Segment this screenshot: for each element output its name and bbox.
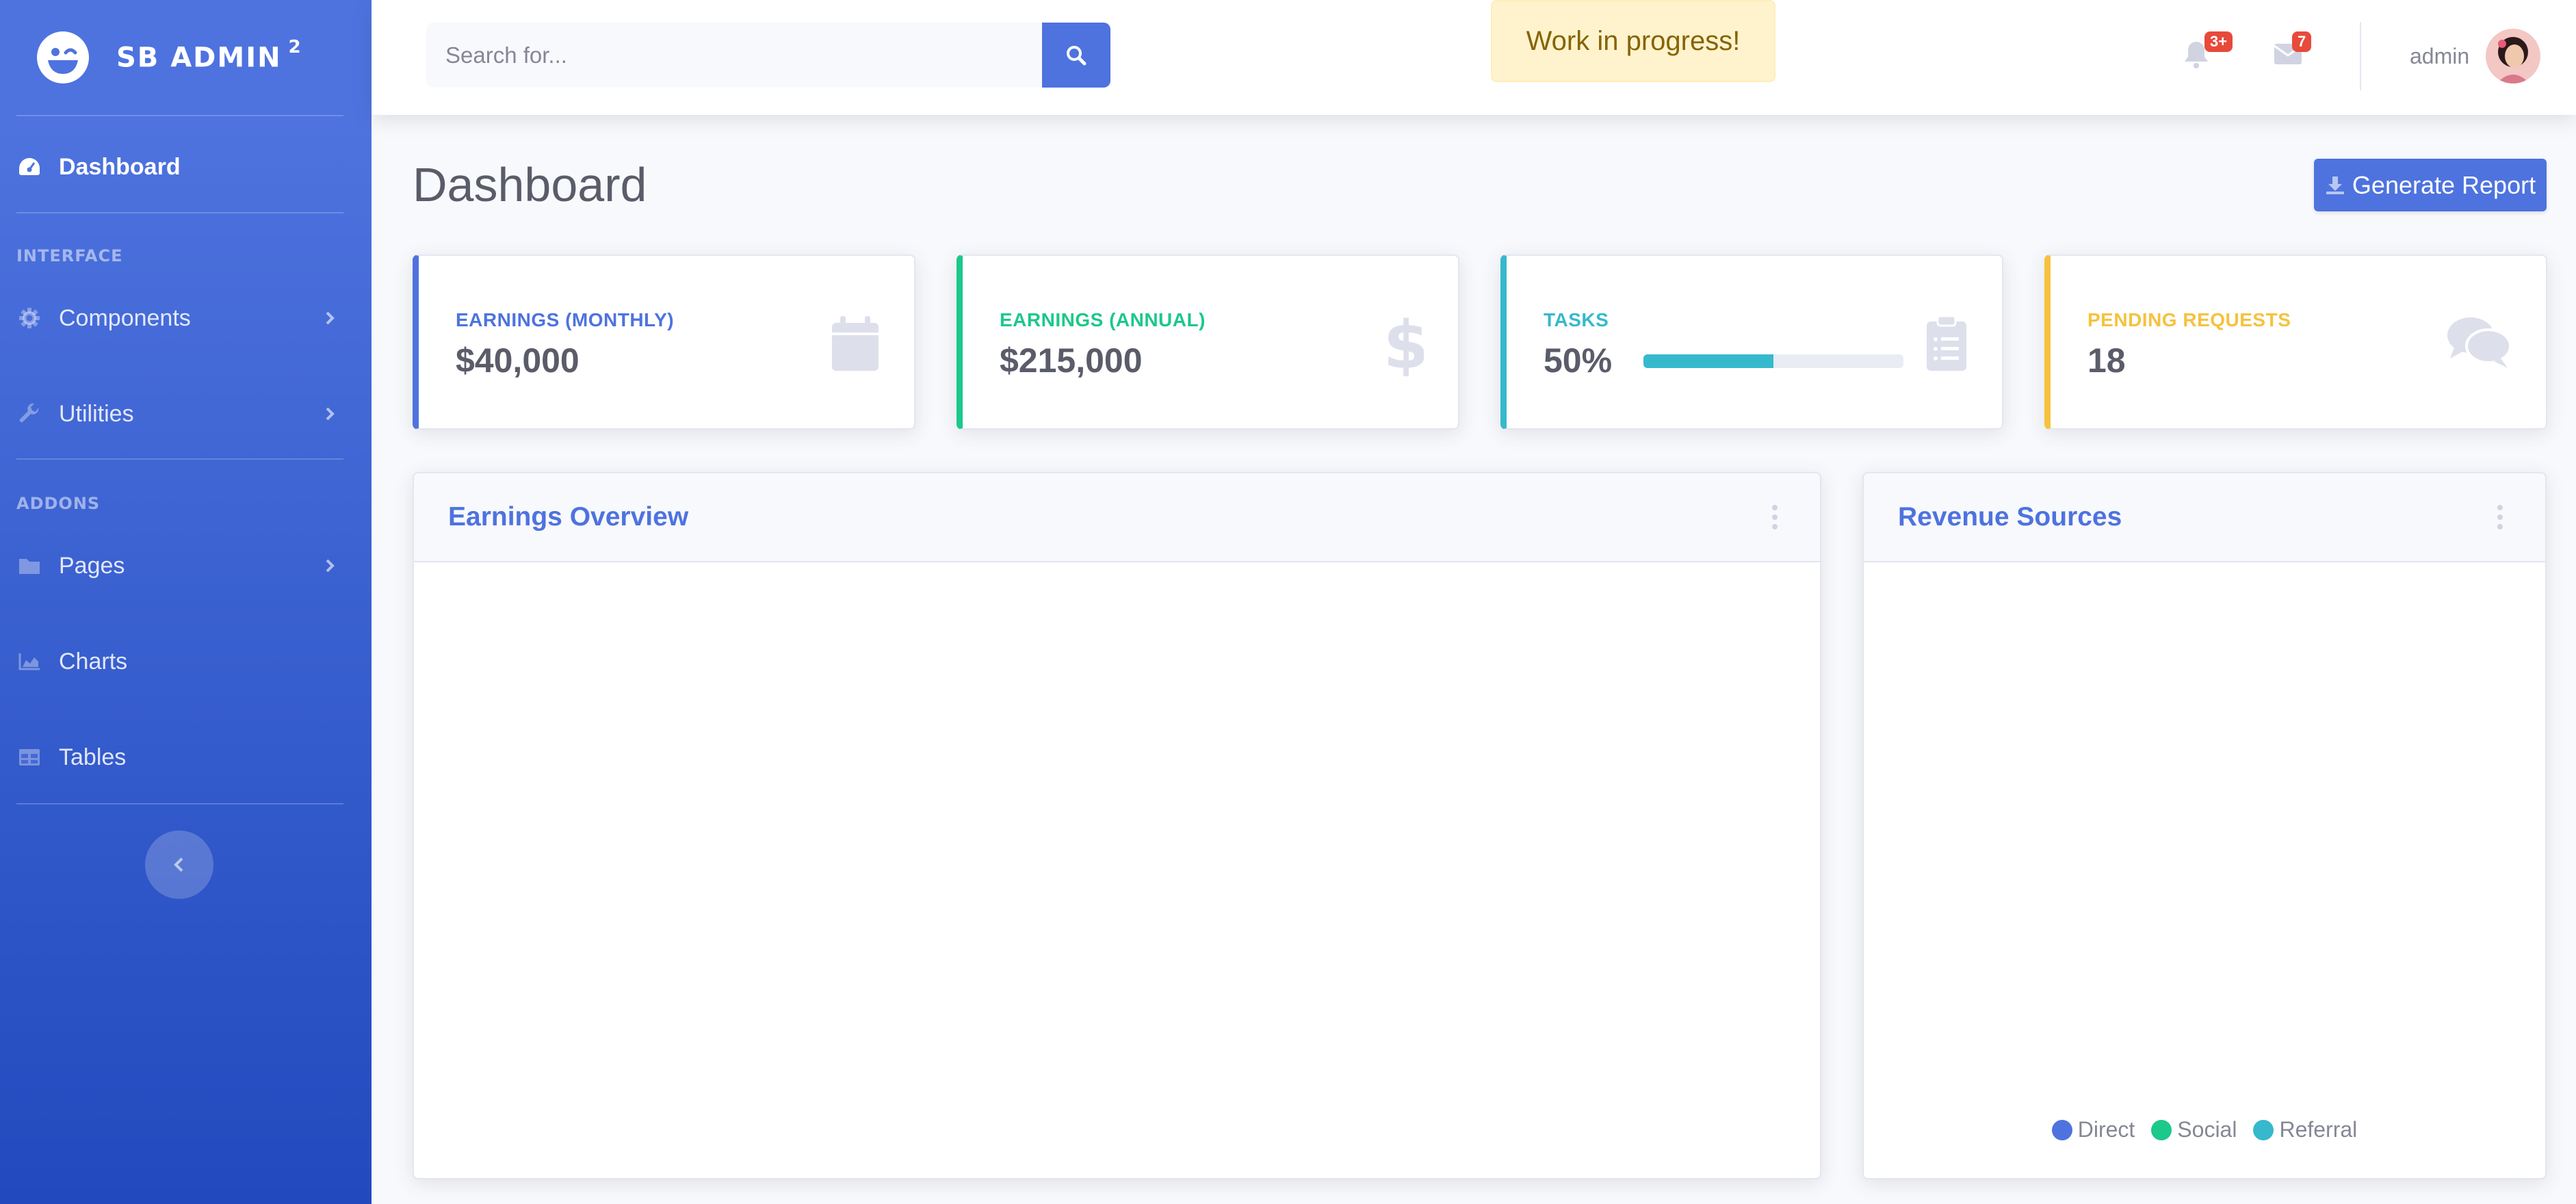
search-input[interactable] xyxy=(426,23,1042,88)
sidebar-item-label: Pages xyxy=(59,552,125,579)
gear-icon xyxy=(16,305,42,331)
stat-label: EARNINGS (ANNUAL) xyxy=(1000,309,1206,330)
legend-item-direct: Direct xyxy=(2051,1117,2135,1142)
circle-icon xyxy=(2253,1119,2274,1140)
sidebar-toggle-button[interactable] xyxy=(145,830,213,899)
generate-report-button[interactable]: Generate Report xyxy=(2314,159,2547,211)
earnings-overview-card: Earnings Overview xyxy=(413,472,1821,1179)
topbar-divider xyxy=(2360,22,2361,90)
page-title: Dashboard xyxy=(413,158,647,211)
sidebar-item-tables[interactable]: Tables xyxy=(0,723,372,791)
legend-label: Referral xyxy=(2279,1117,2358,1142)
circle-icon xyxy=(2151,1119,2172,1140)
chevron-right-icon xyxy=(326,311,335,325)
revenue-chart-area xyxy=(1864,562,2545,1110)
stat-value: 50% xyxy=(1544,341,1613,380)
svg-text:$: $ xyxy=(1388,315,1424,376)
circle-icon xyxy=(2051,1119,2072,1140)
card-title: Revenue Sources xyxy=(1898,502,2122,532)
sidebar-item-label: Dashboard xyxy=(59,153,181,180)
sidebar-item-charts[interactable]: Charts xyxy=(0,627,372,696)
ellipsis-vertical-icon[interactable] xyxy=(1771,503,1779,531)
revenue-sources-card: Revenue Sources Direct Social Referral xyxy=(1862,472,2547,1179)
alerts-dropdown[interactable]: 3+ xyxy=(2183,31,2233,75)
chevron-left-icon xyxy=(174,857,183,872)
sidebar-item-label: Utilities xyxy=(59,400,134,427)
pending-requests-card: PENDING REQUESTS 18 xyxy=(2044,254,2547,430)
sidebar: SB ADMIN 2 Dashboard INTERFACE Component… xyxy=(0,0,372,1204)
brand-link[interactable]: SB ADMIN 2 xyxy=(0,0,372,115)
sidebar-heading-addons: ADDONS xyxy=(16,494,101,513)
earnings-chart-area xyxy=(414,562,1820,1178)
sidebar-item-label: Charts xyxy=(59,648,128,675)
sidebar-divider xyxy=(16,803,343,804)
legend-item-social: Social xyxy=(2151,1117,2237,1142)
progress-fill xyxy=(1643,354,1773,368)
work-in-progress-alert: Work in progress! xyxy=(1491,0,1775,82)
sidebar-heading-interface: INTERFACE xyxy=(16,246,123,265)
sidebar-item-components[interactable]: Components xyxy=(0,284,372,352)
table-icon xyxy=(16,744,42,770)
stat-label: EARNINGS (MONTHLY) xyxy=(456,309,675,330)
wrench-icon xyxy=(16,401,42,427)
legend-item-referral: Referral xyxy=(2253,1117,2357,1142)
legend-label: Direct xyxy=(2077,1117,2135,1142)
card-header: Earnings Overview xyxy=(414,473,1820,562)
earnings-monthly-card: EARNINGS (MONTHLY) $40,000 xyxy=(413,254,915,430)
earnings-annual-card: EARNINGS (ANNUAL) $215,000 $ xyxy=(957,254,1459,430)
download-icon xyxy=(2326,176,2344,194)
stat-label: PENDING REQUESTS xyxy=(2087,309,2291,330)
sidebar-item-dashboard[interactable]: Dashboard xyxy=(0,133,372,201)
topbar: Work in progress! 3+ 7 admin xyxy=(372,0,2576,115)
stat-value: 18 xyxy=(2087,341,2126,380)
tasks-progress-bar xyxy=(1643,354,1903,368)
stat-value: $40,000 xyxy=(456,341,580,380)
stat-value: $215,000 xyxy=(1000,341,1143,380)
sidebar-item-label: Components xyxy=(59,304,191,331)
chart-legend: Direct Social Referral xyxy=(1864,1117,2545,1142)
stat-label: TASKS xyxy=(1544,309,1609,330)
laugh-wink-icon xyxy=(36,30,90,85)
sidebar-item-pages[interactable]: Pages xyxy=(0,532,372,600)
sidebar-divider xyxy=(16,458,343,460)
calendar-icon xyxy=(832,316,879,371)
search-icon xyxy=(1067,45,1087,65)
alerts-badge: 3+ xyxy=(2204,31,2233,52)
chevron-right-icon xyxy=(326,407,335,421)
clipboard-list-icon xyxy=(1927,315,1966,371)
search-button[interactable] xyxy=(1042,23,1110,88)
comments-icon xyxy=(2447,317,2512,368)
user-name[interactable]: admin xyxy=(2410,0,2469,112)
card-title: Earnings Overview xyxy=(448,502,689,532)
tachometer-icon xyxy=(16,154,42,180)
chevron-right-icon xyxy=(326,559,335,573)
sidebar-divider xyxy=(16,212,343,213)
search-form xyxy=(426,23,1110,88)
sidebar-divider xyxy=(16,115,343,116)
tasks-card: TASKS 50% xyxy=(1500,254,2003,430)
brand-name: SB ADMIN 2 xyxy=(116,37,302,74)
area-chart-icon xyxy=(16,649,42,675)
messages-badge: 7 xyxy=(2292,31,2312,52)
generate-report-label: Generate Report xyxy=(2352,170,2536,199)
avatar[interactable] xyxy=(2486,29,2540,83)
folder-icon xyxy=(16,553,42,579)
sidebar-item-utilities[interactable]: Utilities xyxy=(0,380,372,448)
sidebar-item-label: Tables xyxy=(59,744,127,770)
legend-label: Social xyxy=(2177,1117,2237,1142)
dollar-icon: $ xyxy=(1388,315,1424,376)
messages-dropdown[interactable]: 7 xyxy=(2273,31,2314,75)
ellipsis-vertical-icon[interactable] xyxy=(2496,503,2504,531)
card-header: Revenue Sources xyxy=(1864,473,2545,562)
